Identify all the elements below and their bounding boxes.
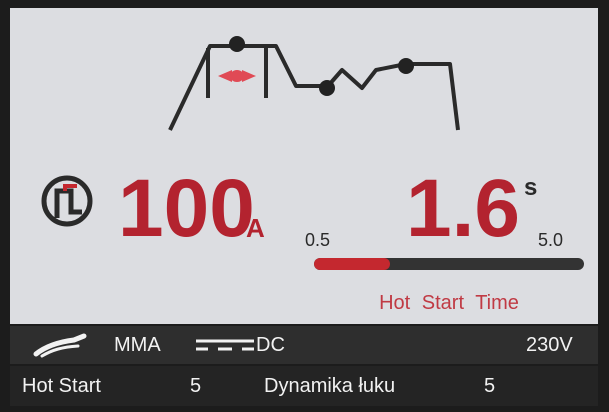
parameter-bar: Hot Start 5 Dynamika łuku 5	[10, 366, 598, 406]
parameter-label: Hot Start Time	[379, 292, 519, 314]
pulse-mode-icon	[41, 175, 93, 227]
hot-start-value: 5	[190, 375, 202, 397]
profile-point	[319, 80, 335, 96]
adjust-arrow-icon	[218, 70, 256, 82]
dc-symbol-icon	[196, 339, 254, 351]
voltage-label: 230V	[526, 334, 573, 356]
current-unit: A	[246, 213, 265, 243]
arc-force-value: 5	[484, 375, 496, 397]
profile-point	[229, 36, 245, 52]
hot-start-bar	[314, 258, 584, 270]
time-value: 1.6	[406, 163, 520, 254]
profile-point	[398, 58, 414, 74]
time-unit: s	[524, 174, 538, 201]
hot-start-label: Hot Start	[22, 375, 101, 397]
lcd-screen: 100 A 1.6 s 0.5 5.0 Hot Start Time	[10, 8, 598, 324]
mode-label: MMA	[114, 334, 161, 356]
hot-start-bar-fill	[314, 258, 390, 270]
scale-max: 5.0	[538, 230, 564, 250]
arc-force-label: Dynamika łuku	[264, 375, 396, 397]
scale-min: 0.5	[305, 230, 331, 250]
current-value: 100	[118, 163, 255, 254]
status-bar: MMA DC 230V	[10, 326, 598, 364]
electrode-holder-icon	[33, 333, 87, 358]
polarity-label: DC	[256, 334, 285, 356]
